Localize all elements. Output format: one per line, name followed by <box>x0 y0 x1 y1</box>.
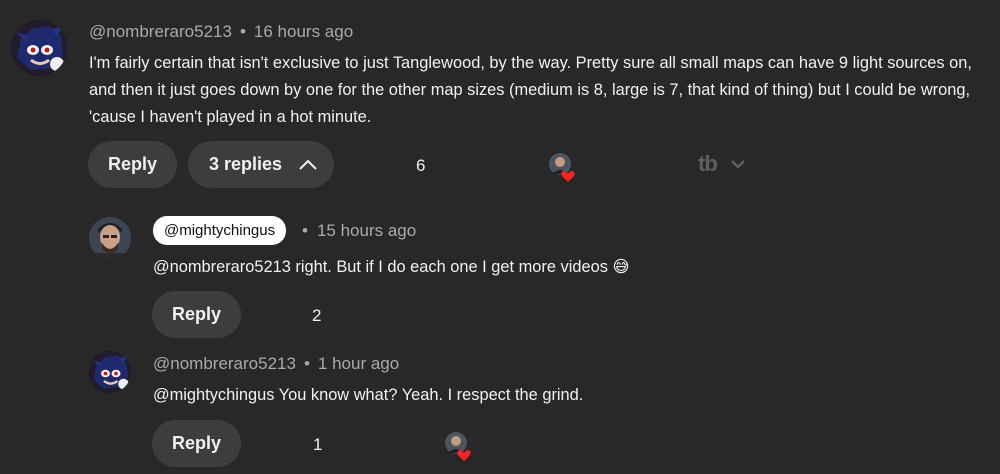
author-name[interactable]: @mightychingus <box>153 216 287 245</box>
like-count: 2 <box>312 306 322 325</box>
comment-header: @nombreraro5213 • 16 hours ago <box>89 22 353 42</box>
timestamp[interactable]: 16 hours ago <box>254 22 353 41</box>
avatar[interactable] <box>89 217 131 259</box>
like-count: 6 <box>416 156 426 175</box>
reply-text: @nombreraro5213 right. But if I do each … <box>153 258 630 276</box>
replies-toggle-button[interactable]: 3 replies <box>188 141 334 188</box>
replies-count-label: 3 replies <box>209 154 283 174</box>
reply-text: @mightychingus You know what? Yeah. I re… <box>153 386 584 404</box>
creator-heart-icon <box>444 431 474 461</box>
reply-button[interactable]: Reply <box>152 420 241 467</box>
avatar-image <box>11 20 67 76</box>
like-count: 1 <box>313 435 323 454</box>
separator: • <box>239 22 246 41</box>
avatar-image <box>89 217 131 259</box>
avatar[interactable] <box>89 351 131 393</box>
comment-text: I'm fairly certain that isn't exclusive … <box>89 54 972 126</box>
reply-button[interactable]: Reply <box>88 141 177 188</box>
timestamp[interactable]: 15 hours ago <box>317 221 416 240</box>
chevron-up-icon <box>299 159 317 170</box>
author-name[interactable]: @nombreraro5213 <box>153 354 296 373</box>
comment-meta: • 15 hours ago <box>302 221 416 241</box>
creator-heart-icon <box>548 152 578 182</box>
author-name[interactable]: @nombreraro5213 <box>89 22 232 41</box>
avatar-image <box>89 351 131 393</box>
chevron-down-icon[interactable] <box>730 158 746 170</box>
avatar[interactable] <box>11 20 67 76</box>
comment-header: @nombreraro5213 • 1 hour ago <box>153 354 399 374</box>
separator: • <box>302 221 308 240</box>
tubebuddy-icon[interactable]: tb <box>698 151 718 177</box>
timestamp[interactable]: 1 hour ago <box>318 354 399 373</box>
reply-button[interactable]: Reply <box>152 291 241 338</box>
separator: • <box>303 354 310 373</box>
